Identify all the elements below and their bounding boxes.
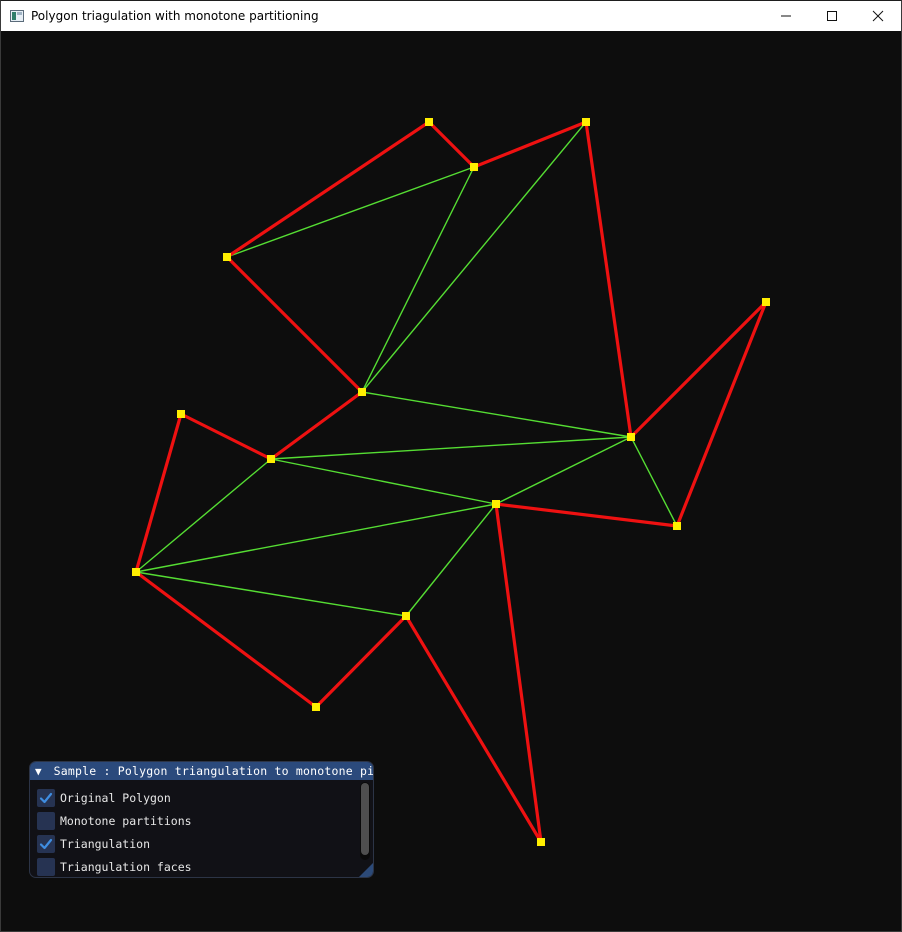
checkbox-triangulation-faces[interactable] — [37, 857, 55, 876]
polygon-edge — [629, 300, 768, 439]
scrollbar-thumb[interactable] — [361, 783, 369, 855]
option-label: Original Polygon — [60, 790, 171, 805]
polygon-edge — [134, 570, 318, 709]
maximize-button[interactable] — [809, 1, 855, 31]
option-triangulation-faces[interactable]: Triangulation faces — [30, 855, 373, 877]
panel-body: Original Polygon Monotone partitions Tri… — [30, 780, 373, 877]
vertex[interactable] — [223, 253, 231, 261]
polygon-edge — [225, 120, 431, 259]
vertex[interactable] — [177, 410, 185, 418]
triangulation-edge — [270, 436, 632, 460]
checkmark-icon — [39, 838, 53, 849]
triangulation-edge — [135, 503, 497, 573]
vertex[interactable] — [537, 838, 545, 846]
resize-grip-icon[interactable] — [359, 863, 373, 877]
polygon-edge — [225, 255, 364, 394]
app-window-icon — [10, 10, 24, 22]
polygon-edge — [404, 614, 543, 844]
minimize-button[interactable] — [763, 1, 809, 31]
option-monotone-partitions[interactable]: Monotone partitions — [30, 809, 373, 832]
checkbox-monotone-partitions[interactable] — [37, 811, 55, 830]
triangulation-edge — [270, 458, 497, 505]
polygon-edge — [269, 390, 364, 461]
sample-panel: ▼ Sample : Polygon triangulation to mono… — [29, 761, 374, 878]
checkbox-triangulation[interactable] — [37, 834, 55, 853]
polygon-edge — [314, 614, 408, 709]
polygon-vertices — [132, 118, 770, 846]
panel-scrollbar[interactable] — [360, 782, 370, 860]
vertex[interactable] — [267, 455, 275, 463]
triangulation-edge — [405, 503, 497, 617]
window-controls — [763, 1, 901, 31]
option-original-polygon[interactable]: Original Polygon — [30, 786, 373, 809]
polygon-edges — [134, 120, 768, 844]
option-triangulation[interactable]: Triangulation — [30, 832, 373, 855]
vertex[interactable] — [762, 298, 770, 306]
close-icon — [872, 10, 884, 22]
close-button[interactable] — [855, 1, 901, 31]
triangulation-edge — [630, 436, 678, 527]
checkbox-original-polygon[interactable] — [37, 788, 55, 807]
triangulation-edge — [361, 121, 587, 393]
polygon-edge — [494, 502, 543, 844]
triangulation-edge — [135, 458, 272, 573]
maximize-icon — [827, 11, 837, 21]
triangulation-edge — [495, 436, 632, 505]
checkmark-icon — [39, 792, 53, 803]
polygon-edge — [179, 412, 273, 461]
minimize-icon — [781, 15, 791, 17]
vertex[interactable] — [673, 522, 681, 530]
polygon-edge — [584, 120, 633, 439]
triangulation-edge — [361, 391, 632, 438]
polygon-edge — [494, 502, 679, 528]
collapse-arrow-icon[interactable]: ▼ — [35, 765, 42, 778]
option-label: Triangulation faces — [60, 859, 192, 874]
vertex[interactable] — [132, 568, 140, 576]
vertex[interactable] — [470, 163, 478, 171]
window-title: Polygon triagulation with monotone parti… — [31, 9, 319, 23]
polygon-edge — [134, 412, 183, 574]
title-bar[interactable]: Polygon triagulation with monotone parti… — [1, 1, 901, 31]
panel-header[interactable]: ▼ Sample : Polygon triangulation to mono… — [30, 762, 373, 780]
polygon-edge — [675, 300, 768, 528]
panel-title: Sample : Polygon triangulation to monoto… — [53, 764, 373, 778]
triangulation-edge — [361, 166, 475, 393]
vertex[interactable] — [627, 433, 635, 441]
vertex[interactable] — [425, 118, 433, 126]
polygon-edge — [472, 120, 588, 169]
option-label: Triangulation — [60, 836, 151, 851]
triangulation-edge — [226, 166, 475, 258]
vertex[interactable] — [358, 388, 366, 396]
vertex[interactable] — [312, 703, 320, 711]
triangulation-edge — [135, 571, 407, 617]
vertex[interactable] — [402, 612, 410, 620]
vertex[interactable] — [582, 118, 590, 126]
polygon-edge — [427, 120, 476, 169]
option-label: Monotone partitions — [60, 813, 192, 828]
vertex[interactable] — [492, 500, 500, 508]
app-window: Polygon triagulation with monotone parti… — [0, 0, 902, 932]
